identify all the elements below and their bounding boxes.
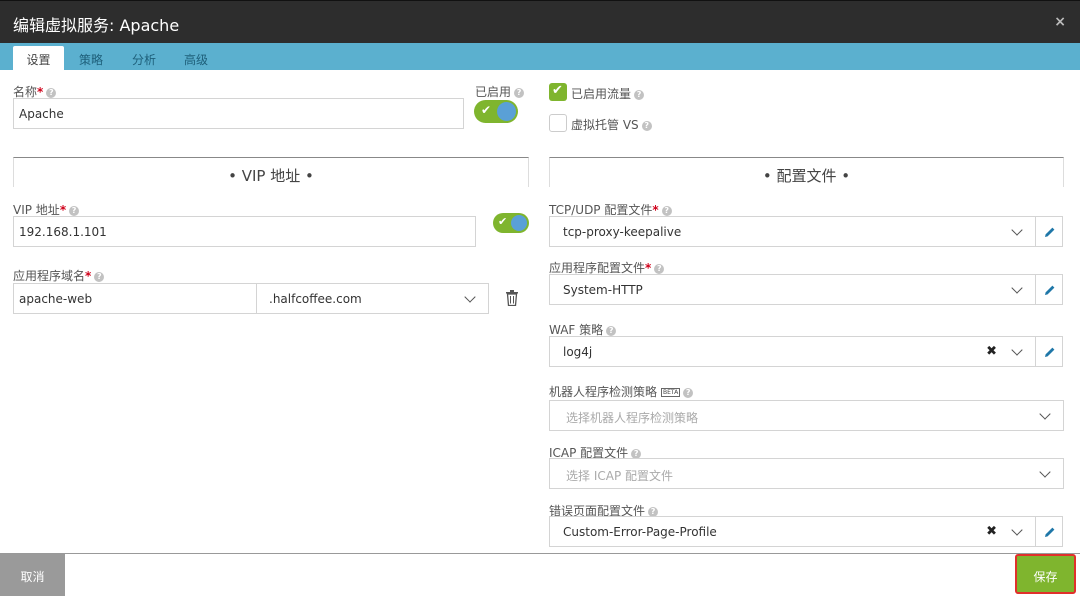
app-profile-value: System-HTTP (563, 283, 643, 297)
bot-policy-placeholder: 选择机器人程序检测策略 (566, 411, 699, 425)
waf-policy-value: log4j (563, 345, 593, 359)
edit-app-profile-button[interactable] (1035, 274, 1063, 305)
app-profile-select[interactable]: System-HTTP (549, 274, 1036, 305)
pencil-icon (1045, 527, 1055, 537)
traffic-enabled-checkbox[interactable]: ✔ (549, 83, 567, 101)
chevron-down-icon (1039, 408, 1051, 420)
save-button[interactable]: 保存 (1015, 554, 1076, 594)
app-domain-label: 应用程序域名*? (13, 267, 105, 284)
help-icon: ? (606, 326, 617, 336)
help-icon: ? (46, 88, 57, 98)
help-icon: ? (94, 272, 105, 282)
bot-policy-label: 机器人程序检测策略 BETA? (549, 383, 694, 400)
bot-policy-select[interactable]: 选择机器人程序检测策略 (549, 400, 1064, 431)
cancel-button[interactable]: 取消 (0, 554, 65, 596)
beta-badge: BETA (661, 388, 681, 397)
help-icon: ? (683, 388, 694, 398)
close-icon[interactable]: × (1054, 14, 1066, 30)
window-titlebar: 编辑虚拟服务: Apache × (0, 0, 1080, 43)
help-icon: ? (641, 121, 652, 131)
edit-tcp-profile-button[interactable] (1035, 216, 1063, 247)
domain-host-input[interactable]: apache-web (13, 283, 257, 314)
window-title: 编辑虚拟服务: Apache (13, 16, 180, 35)
error-page-select[interactable]: Custom-Error-Page-Profile ✖ (549, 516, 1036, 547)
icap-profile-placeholder: 选择 ICAP 配置文件 (566, 469, 673, 483)
chevron-down-icon (1039, 466, 1051, 478)
check-icon: ✔ (481, 103, 492, 117)
dialog-footer: 取消 (0, 553, 1080, 596)
profile-section-header: • 配置文件 • (549, 157, 1064, 187)
enabled-label: 已启用? (475, 83, 525, 100)
help-icon: ? (69, 206, 80, 216)
chevron-down-icon (1011, 224, 1023, 236)
help-icon: ? (514, 88, 525, 98)
tab-bar: 设置 策略 分析 高级 (0, 43, 1080, 70)
edit-error-page-button[interactable] (1035, 516, 1063, 547)
virtual-hosted-label: 虚拟托管 VS? (571, 116, 652, 133)
clear-icon[interactable]: ✖ (986, 344, 997, 359)
pencil-icon (1045, 227, 1055, 237)
chevron-down-icon (464, 291, 476, 303)
tab-settings[interactable]: 设置 (13, 46, 64, 70)
trash-icon[interactable] (505, 290, 519, 309)
vip-section-title: • VIP 地址 • (228, 167, 314, 185)
virtual-hosted-checkbox[interactable] (549, 114, 567, 132)
help-icon: ? (634, 90, 645, 100)
error-page-value: Custom-Error-Page-Profile (563, 525, 717, 539)
vip-address-input[interactable]: 192.168.1.101 (13, 216, 476, 247)
chevron-down-icon (1011, 524, 1023, 536)
vip-enabled-toggle[interactable]: ✔ (493, 213, 529, 233)
check-icon: ✔ (552, 83, 563, 98)
domain-suffix-value: .halfcoffee.com (269, 292, 362, 306)
profile-section-title: • 配置文件 • (762, 167, 851, 185)
enabled-toggle[interactable]: ✔ (474, 100, 518, 123)
waf-policy-select[interactable]: log4j ✖ (549, 336, 1036, 367)
pencil-icon (1045, 285, 1055, 295)
edit-waf-policy-button[interactable] (1035, 336, 1063, 367)
domain-suffix-select[interactable]: .halfcoffee.com (256, 283, 489, 314)
tcp-profile-select[interactable]: tcp-proxy-keepalive (549, 216, 1036, 247)
name-input[interactable]: Apache (13, 98, 464, 129)
check-icon: ✔ (498, 215, 508, 228)
tab-policies[interactable]: 策略 (68, 46, 114, 70)
chevron-down-icon (1011, 344, 1023, 356)
help-icon: ? (661, 206, 672, 216)
clear-icon[interactable]: ✖ (986, 524, 997, 539)
chevron-down-icon (1011, 282, 1023, 294)
traffic-enabled-label: 已启用流量? (571, 85, 645, 102)
tcp-profile-value: tcp-proxy-keepalive (563, 225, 682, 239)
vip-section-header: • VIP 地址 • (13, 157, 529, 187)
pencil-icon (1045, 347, 1055, 357)
icap-profile-select[interactable]: 选择 ICAP 配置文件 (549, 458, 1064, 489)
tab-advanced[interactable]: 高级 (173, 46, 219, 70)
help-icon: ? (654, 264, 665, 274)
tab-analytics[interactable]: 分析 (121, 46, 167, 70)
